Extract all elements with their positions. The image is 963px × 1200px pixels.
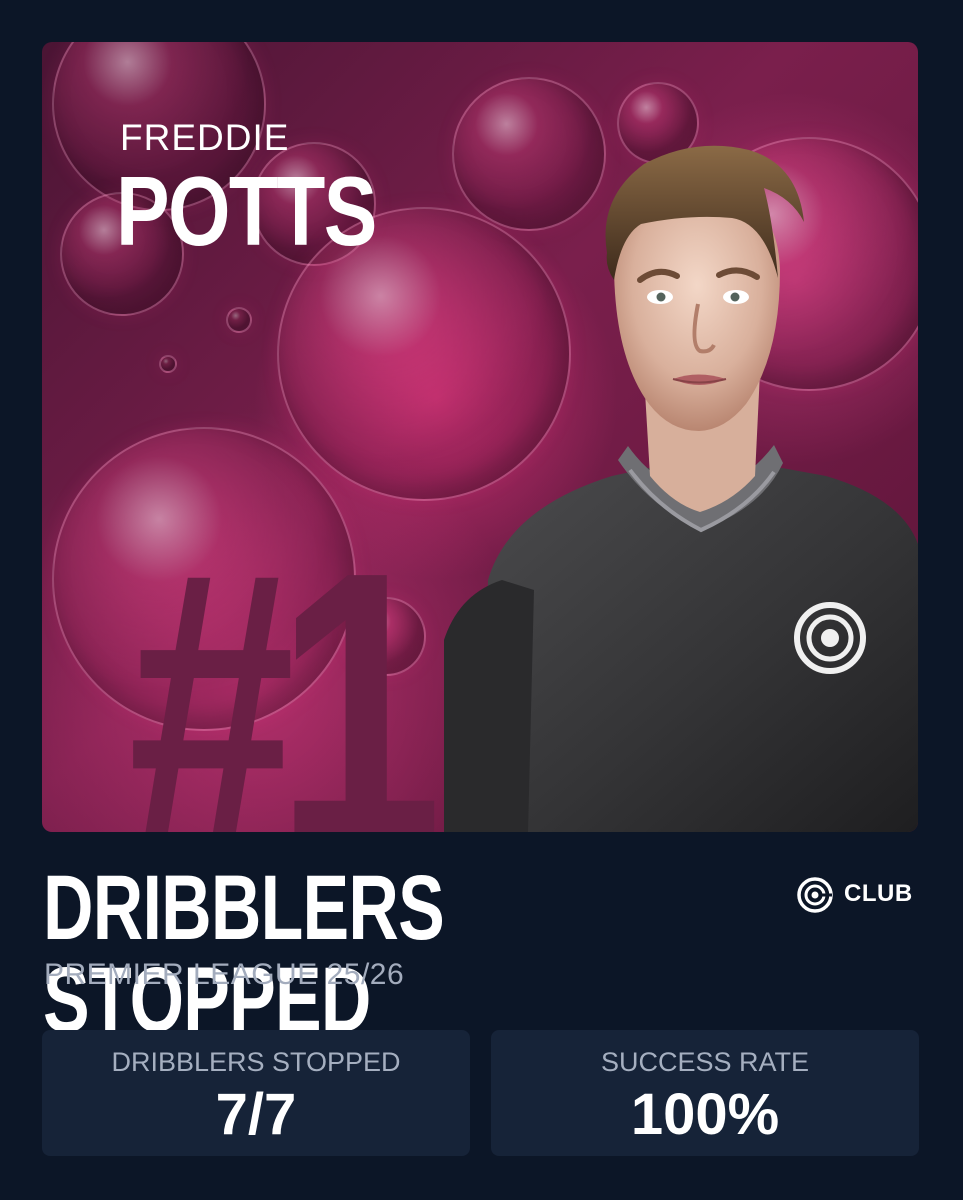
club-brand-name: CLUB [844, 880, 913, 907]
player-last-name: POTTS [116, 156, 377, 266]
dribblers-stopped-card: DRIBBLERS STOPPED 7/7 [42, 1030, 470, 1156]
competition-label: PREMIER LEAGUE 25/26 [44, 958, 405, 991]
success-rate-card: SUCCESS RATE 100% [491, 1030, 919, 1156]
player-photo [444, 145, 918, 832]
hero-banner: FREDDIE POTTS #1 [42, 42, 918, 832]
pink-bubble-decoration [159, 355, 177, 373]
pink-bubble-decoration [226, 307, 252, 333]
club-brand: CLUB [796, 874, 922, 916]
rank-number: #1 [128, 491, 443, 832]
success-rate-value: 100% [630, 1082, 780, 1147]
stat-title: DRIBBLERS STOPPED [43, 857, 445, 1051]
success-rate-label: SUCCESS RATE [600, 1047, 810, 1077]
dribblers-stopped-value: 7/7 [215, 1082, 297, 1147]
player-first-name: FREDDIE [120, 117, 290, 158]
dribblers-stopped-label: DRIBBLERS STOPPED [111, 1047, 401, 1077]
club-logo-icon [797, 877, 833, 913]
